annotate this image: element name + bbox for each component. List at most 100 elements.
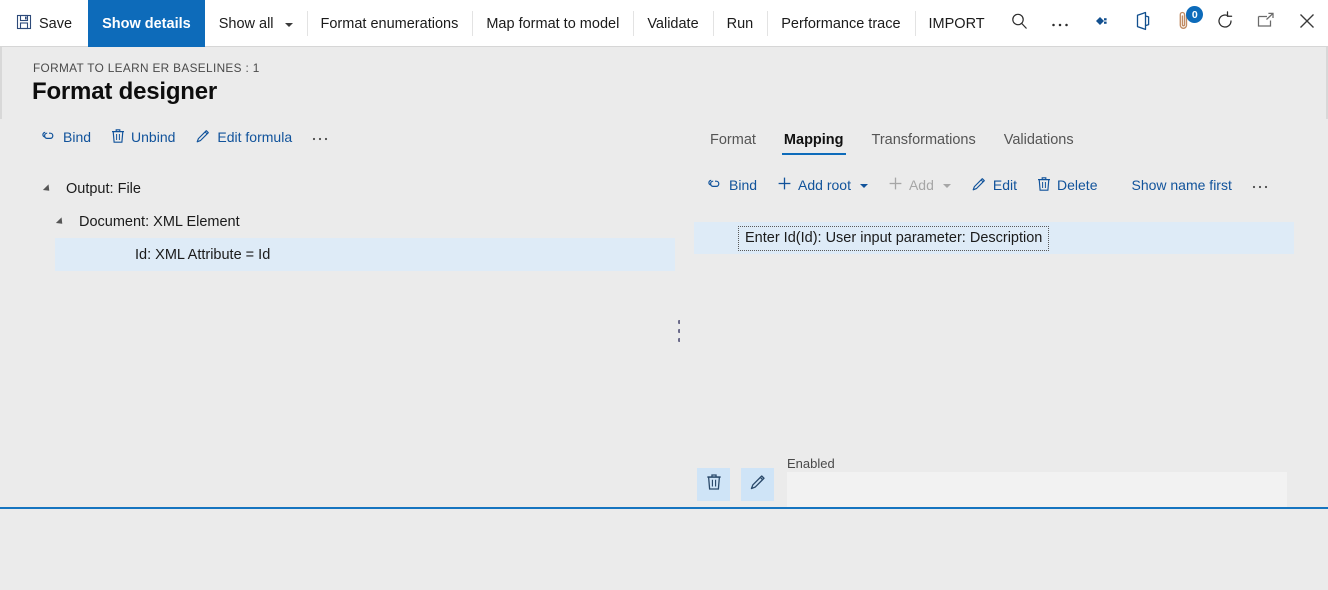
format-enumerations-label: Format enumerations (320, 15, 459, 32)
trash-icon (111, 128, 125, 147)
show-name-first-label: Show name first (1131, 177, 1232, 193)
left-pane-toolbar: Bind Unbind Edit formula (0, 119, 679, 155)
edit-formula-label: Edit formula (217, 129, 293, 145)
add-button[interactable]: Add (878, 172, 961, 198)
bind-link-icon (40, 129, 57, 146)
diamond-connector-icon (1091, 14, 1113, 33)
delete-button[interactable]: Delete (1027, 172, 1107, 199)
format-tree: Output: File Document: XML Element Id: X… (0, 172, 679, 271)
mapping-tabs: Format Mapping Transformations Validatio… (680, 119, 1328, 155)
save-icon (16, 14, 32, 34)
tree-item-label: Document: XML Element (79, 213, 240, 230)
edit-formula-button[interactable]: Edit formula (185, 124, 302, 151)
pencil-icon (749, 473, 767, 496)
edit-button[interactable]: Edit (961, 172, 1027, 199)
mapping-bind-button[interactable]: Bind (696, 173, 767, 198)
detail-edit-button[interactable] (741, 468, 774, 501)
breadcrumb[interactable]: FORMAT TO LEARN ER BASELINES : 1 (33, 61, 260, 75)
map-format-to-model-label: Map format to model (486, 15, 620, 32)
refresh-button[interactable] (1205, 0, 1246, 47)
detail-delete-button[interactable] (697, 468, 730, 501)
chevron-down-icon (284, 22, 293, 27)
tab-transformations[interactable]: Transformations (858, 132, 990, 155)
office-app-button[interactable] (1122, 0, 1163, 47)
bind-button[interactable]: Bind (30, 125, 101, 150)
mapping-list: Enter Id(Id): User input parameter: Desc… (680, 222, 1328, 440)
tab-mapping[interactable]: Mapping (770, 132, 858, 155)
mapping-detail-form: Enabled (680, 450, 1328, 508)
page-header: FORMAT TO LEARN ER BASELINES : 1 Format … (0, 47, 1328, 119)
add-root-label: Add root (798, 177, 851, 193)
pencil-icon (195, 128, 211, 147)
performance-trace-label: Performance trace (781, 15, 901, 32)
left-overflow-button[interactable] (302, 125, 338, 149)
tab-format[interactable]: Format (696, 132, 770, 155)
show-details-button[interactable]: Show details (88, 0, 205, 47)
enabled-field-input[interactable] (787, 472, 1287, 508)
tab-label: Format (710, 132, 756, 148)
trash-icon (1037, 176, 1051, 195)
expand-collapse-icon[interactable] (42, 183, 53, 194)
bottom-accent-line (0, 507, 1328, 509)
import-label: IMPORT (928, 15, 985, 32)
save-button[interactable]: Save (0, 0, 88, 47)
search-icon (1010, 12, 1029, 36)
page-title: Format designer (32, 78, 218, 105)
tab-label: Mapping (783, 132, 844, 148)
mapping-overflow-button[interactable] (1242, 173, 1278, 197)
tab-label: Validations (1003, 132, 1074, 148)
attachments-button[interactable]: 0 (1163, 0, 1204, 47)
tree-item-output-file[interactable]: Output: File (0, 172, 679, 205)
overflow-icon (1252, 177, 1268, 193)
tree-item-label: Output: File (66, 180, 141, 197)
show-all-dropdown[interactable]: Show all (205, 0, 307, 47)
tree-item-id-xml-attribute[interactable]: Id: XML Attribute = Id (55, 238, 675, 271)
expand-collapse-icon[interactable] (55, 216, 66, 227)
show-name-first-button[interactable]: Show name first (1121, 173, 1241, 197)
tree-item-document-xml-element[interactable]: Document: XML Element (0, 205, 679, 238)
search-button[interactable] (999, 0, 1040, 47)
unbind-label: Unbind (131, 129, 176, 145)
attachments-count-badge: 0 (1186, 6, 1204, 23)
popout-button[interactable] (1246, 0, 1287, 47)
plus-icon (777, 176, 792, 194)
mapping-pane: Format Mapping Transformations Validatio… (680, 119, 1328, 508)
close-button[interactable] (1287, 0, 1328, 47)
refresh-icon (1215, 11, 1235, 36)
edit-label: Edit (992, 177, 1018, 193)
chevron-down-icon (859, 184, 868, 188)
tree-item-label: Id: XML Attribute = Id (135, 246, 271, 263)
tab-label: Transformations (871, 132, 976, 148)
add-root-button[interactable]: Add root (767, 172, 878, 198)
show-details-label: Show details (102, 15, 191, 32)
mapping-item-label: Enter Id(Id): User input parameter: Desc… (738, 225, 1050, 251)
more-options-button[interactable] (1040, 0, 1081, 47)
popout-icon (1256, 12, 1276, 35)
close-icon (1297, 11, 1317, 36)
mapping-toolbar: Bind Add root Add Edit Delete Show name … (680, 167, 1328, 203)
performance-trace-button[interactable]: Performance trace (767, 0, 914, 47)
map-format-to-model-button[interactable]: Map format to model (472, 0, 633, 47)
diamond-connector-button[interactable] (1081, 0, 1122, 47)
show-all-label: Show all (218, 15, 274, 32)
top-command-bar: Save Show details Show all Format enumer… (0, 0, 1328, 47)
validate-button[interactable]: Validate (633, 0, 712, 47)
tab-validations[interactable]: Validations (990, 132, 1088, 155)
delete-label: Delete (1057, 177, 1098, 193)
mapping-bind-label: Bind (729, 177, 758, 193)
import-button[interactable]: IMPORT (914, 0, 999, 47)
format-tree-pane: Bind Unbind Edit formula Output: File Do… (0, 119, 679, 508)
run-button[interactable]: Run (712, 0, 768, 47)
plus-icon (888, 176, 903, 194)
more-options-icon (1051, 15, 1069, 33)
mapping-list-item[interactable]: Enter Id(Id): User input parameter: Desc… (694, 222, 1294, 254)
bind-label: Bind (63, 129, 92, 145)
run-label: Run (726, 15, 754, 32)
pencil-icon (971, 176, 987, 195)
unbind-button[interactable]: Unbind (101, 124, 185, 151)
add-label: Add (908, 177, 934, 193)
validate-label: Validate (647, 15, 699, 32)
trash-icon (706, 473, 722, 496)
format-enumerations-button[interactable]: Format enumerations (306, 0, 473, 47)
bind-link-icon (706, 177, 723, 194)
